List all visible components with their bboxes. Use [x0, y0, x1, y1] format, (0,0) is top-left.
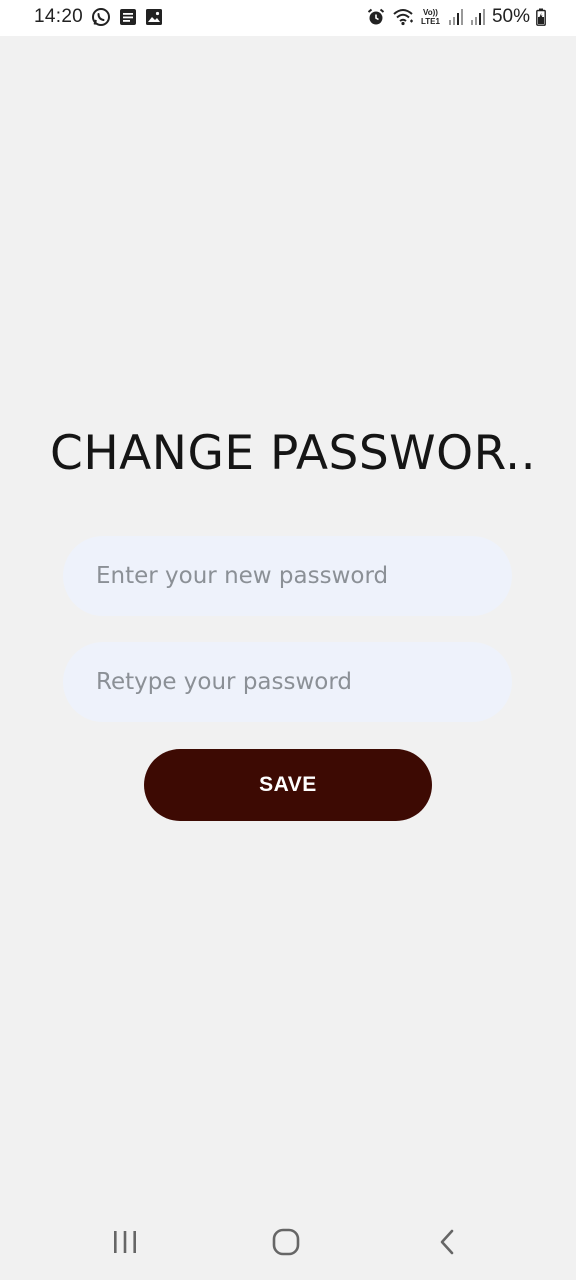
- home-icon: [271, 1227, 301, 1262]
- status-bar-right: Vo)) LTE1 50%: [366, 6, 546, 28]
- svg-text:Vo)): Vo)): [423, 8, 438, 17]
- status-bar-left: 14:20: [34, 6, 163, 28]
- volte-lte-icon: Vo)) LTE1: [420, 7, 442, 27]
- signal-icon: [448, 8, 464, 26]
- navigation-bar: [0, 1210, 576, 1280]
- back-icon: [436, 1228, 460, 1261]
- page-title: CHANGE PASSWOR..: [50, 426, 536, 481]
- message-icon: [119, 8, 137, 26]
- gallery-icon: [145, 8, 163, 26]
- new-password-input[interactable]: [63, 536, 512, 616]
- wifi-icon: [392, 8, 414, 26]
- status-time: 14:20: [34, 6, 84, 27]
- save-button[interactable]: SAVE: [144, 749, 432, 821]
- retype-password-input[interactable]: [63, 642, 512, 722]
- back-button[interactable]: [418, 1224, 478, 1264]
- recents-icon: [111, 1228, 139, 1261]
- svg-text:LTE1: LTE1: [421, 17, 441, 26]
- status-bar: 14:20 Vo)) LTE1 50%: [0, 0, 576, 36]
- battery-icon: [536, 8, 546, 26]
- signal-icon: [470, 8, 486, 26]
- home-button[interactable]: [256, 1224, 316, 1264]
- battery-percent: 50%: [491, 6, 530, 27]
- alarm-icon: [366, 7, 386, 27]
- whatsapp-icon: [91, 7, 111, 27]
- recents-button[interactable]: [95, 1224, 155, 1264]
